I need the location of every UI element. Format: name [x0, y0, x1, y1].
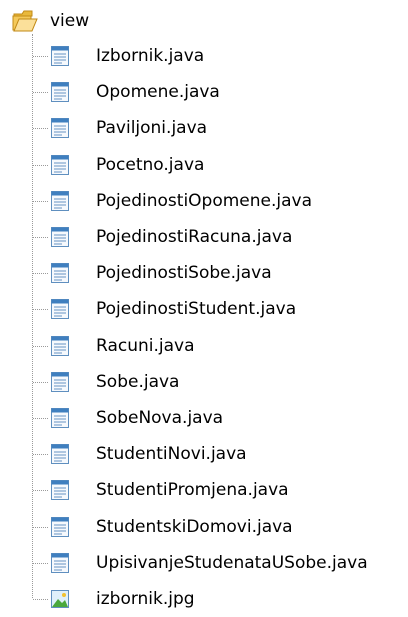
- java-file-icon: [51, 118, 69, 139]
- tree-item-pojedinostistudent-java[interactable]: PojedinostiStudent.java: [0, 291, 408, 327]
- tree-item-studentipromjena-java[interactable]: StudentiPromjena.java: [0, 472, 408, 508]
- java-file-icon: [51, 299, 69, 320]
- java-file-icon: [51, 154, 69, 175]
- java-file-icon: [51, 552, 69, 573]
- tree-connector: [33, 526, 48, 528]
- file-label: PojedinostiStudent.java: [96, 299, 297, 320]
- file-label: StudentiPromjena.java: [96, 480, 289, 501]
- tree-connector: [33, 309, 48, 311]
- folder-label: view: [50, 11, 90, 31]
- file-label: Racuni.java: [96, 335, 195, 356]
- file-label: PojedinostiRacuna.java: [96, 227, 293, 248]
- java-file-icon: [51, 46, 69, 67]
- tree-item-sobe-java[interactable]: Sobe.java: [0, 364, 408, 400]
- tree-connector: [33, 562, 48, 564]
- java-file-icon: [51, 516, 69, 537]
- tree-connector: [33, 128, 48, 130]
- java-file-icon: [51, 444, 69, 465]
- file-label: Paviljoni.java: [96, 118, 208, 139]
- tree-children: Izbornik.java Opomene.java Paviljoni.java P…: [0, 38, 408, 617]
- java-file-icon: [51, 371, 69, 392]
- tree-connector: [33, 92, 48, 94]
- tree-connector: [33, 200, 48, 202]
- tree-item-studentskidomovi-java[interactable]: StudentskiDomovi.java: [0, 508, 408, 544]
- folder-icon: [12, 10, 38, 32]
- tree-item-upisivanjestudenatausobe-java[interactable]: UpisivanjeStudenataUSobe.java: [0, 545, 408, 581]
- java-file-icon: [51, 263, 69, 284]
- tree-connector: [33, 56, 48, 58]
- tree-item-pojedinostiracuna-java[interactable]: PojedinostiRacuna.java: [0, 219, 408, 255]
- java-file-icon: [51, 335, 69, 356]
- file-label: Sobe.java: [96, 371, 180, 392]
- java-file-icon: [51, 407, 69, 428]
- file-label: StudentskiDomovi.java: [96, 516, 293, 537]
- tree-item-racuni-java[interactable]: Racuni.java: [0, 328, 408, 364]
- tree-connector: [33, 164, 48, 166]
- tree-item-pojedinostisobe-java[interactable]: PojedinostiSobe.java: [0, 255, 408, 291]
- tree-item-izbornik-jpg[interactable]: izbornik.jpg: [0, 581, 408, 617]
- tree-item-opomene-java[interactable]: Opomene.java: [0, 74, 408, 110]
- java-file-icon: [51, 480, 69, 501]
- file-label: StudentiNovi.java: [96, 444, 247, 465]
- file-label: PojedinostiOpomene.java: [96, 190, 313, 211]
- tree-connector: [33, 490, 48, 492]
- tree-node-view-folder[interactable]: view: [12, 7, 89, 35]
- tree-item-sobenova-java[interactable]: SobeNova.java: [0, 400, 408, 436]
- tree-item-pojedinostiopomene-java[interactable]: PojedinostiOpomene.java: [0, 183, 408, 219]
- file-label: SobeNova.java: [96, 407, 224, 428]
- java-file-icon: [51, 190, 69, 211]
- tree-item-studentinovi-java[interactable]: StudentiNovi.java: [0, 436, 408, 472]
- tree-item-paviljoni-java[interactable]: Paviljoni.java: [0, 110, 408, 146]
- tree-item-pocetno-java[interactable]: Pocetno.java: [0, 147, 408, 183]
- tree-connector: [33, 345, 48, 347]
- java-file-icon: [51, 82, 69, 103]
- tree-connector: [33, 417, 48, 419]
- file-label: izbornik.jpg: [96, 588, 195, 609]
- project-tree: view Izbornik.java Opomene.java Paviljoni.…: [0, 0, 408, 615]
- java-file-icon: [51, 227, 69, 248]
- tree-connector: [33, 237, 48, 239]
- tree-connector: [33, 454, 48, 456]
- tree-connector: [33, 273, 48, 275]
- tree-item-izbornik-java[interactable]: Izbornik.java: [0, 38, 408, 74]
- file-label: Opomene.java: [96, 82, 220, 103]
- file-label: UpisivanjeStudenataUSobe.java: [96, 552, 368, 573]
- file-label: Pocetno.java: [96, 154, 205, 175]
- file-label: Izbornik.java: [96, 46, 205, 67]
- tree-connector: [33, 598, 48, 600]
- file-label: PojedinostiSobe.java: [96, 263, 272, 284]
- tree-connector: [33, 381, 48, 383]
- image-file-icon: [51, 589, 69, 608]
